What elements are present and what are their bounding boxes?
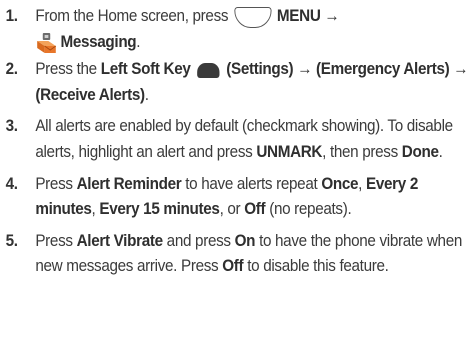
messaging-envelope-icon [37, 33, 57, 54]
step-text: (no repeats). [269, 200, 352, 219]
step-3: 3. All alerts are enabled by default (ch… [0, 114, 472, 165]
option-every-15-minutes: Every 15 minutes [99, 200, 220, 219]
step-1: 1. From the Home screen, press MENU → Me… [0, 4, 472, 55]
step-text: Press [35, 174, 73, 193]
messaging-label: Messaging [60, 32, 137, 51]
step-text: to have alerts repeat [185, 174, 318, 193]
instruction-steps: 1. From the Home screen, press MENU → Me… [0, 0, 473, 286]
option-once: Once [321, 174, 359, 193]
step-text: Press [35, 231, 73, 250]
punctuation: . [136, 32, 141, 51]
step-text: , then press [322, 142, 398, 161]
step-text: to disable this feature. [247, 257, 389, 276]
left-soft-key-icon [197, 62, 220, 78]
menu-key-icon [233, 7, 272, 29]
step-5: 5. Press Alert Vibrate and press On to h… [0, 229, 472, 280]
step-text: , or [219, 200, 241, 219]
step-text: Press the [35, 60, 97, 79]
step-text: and press [166, 231, 231, 250]
done-label: Done [401, 142, 439, 161]
alert-reminder-label: Alert Reminder [76, 174, 182, 193]
punctuation: . [144, 85, 149, 104]
punctuation: , [358, 174, 363, 193]
step-number: 2. [5, 60, 18, 79]
alert-vibrate-label: Alert Vibrate [76, 231, 163, 250]
step-number: 3. [5, 117, 18, 136]
left-soft-key-label: Left Soft Key [100, 60, 191, 79]
step-text: From the Home screen, press [35, 7, 229, 25]
unmark-label: UNMARK [256, 142, 323, 161]
menu-label: MENU → [276, 7, 340, 25]
step-number: 4. [5, 174, 18, 193]
step-number: 1. [5, 7, 18, 25]
punctuation: , [91, 200, 96, 219]
step-4: 4. Press Alert Reminder to have alerts r… [0, 172, 472, 223]
option-on: On [234, 231, 256, 250]
step-number: 5. [5, 231, 18, 250]
step-2: 2. Press the Left Soft Key (Settings) → … [0, 57, 472, 108]
option-off: Off [244, 200, 266, 219]
punctuation: . [438, 142, 443, 161]
option-off: Off [222, 257, 244, 276]
